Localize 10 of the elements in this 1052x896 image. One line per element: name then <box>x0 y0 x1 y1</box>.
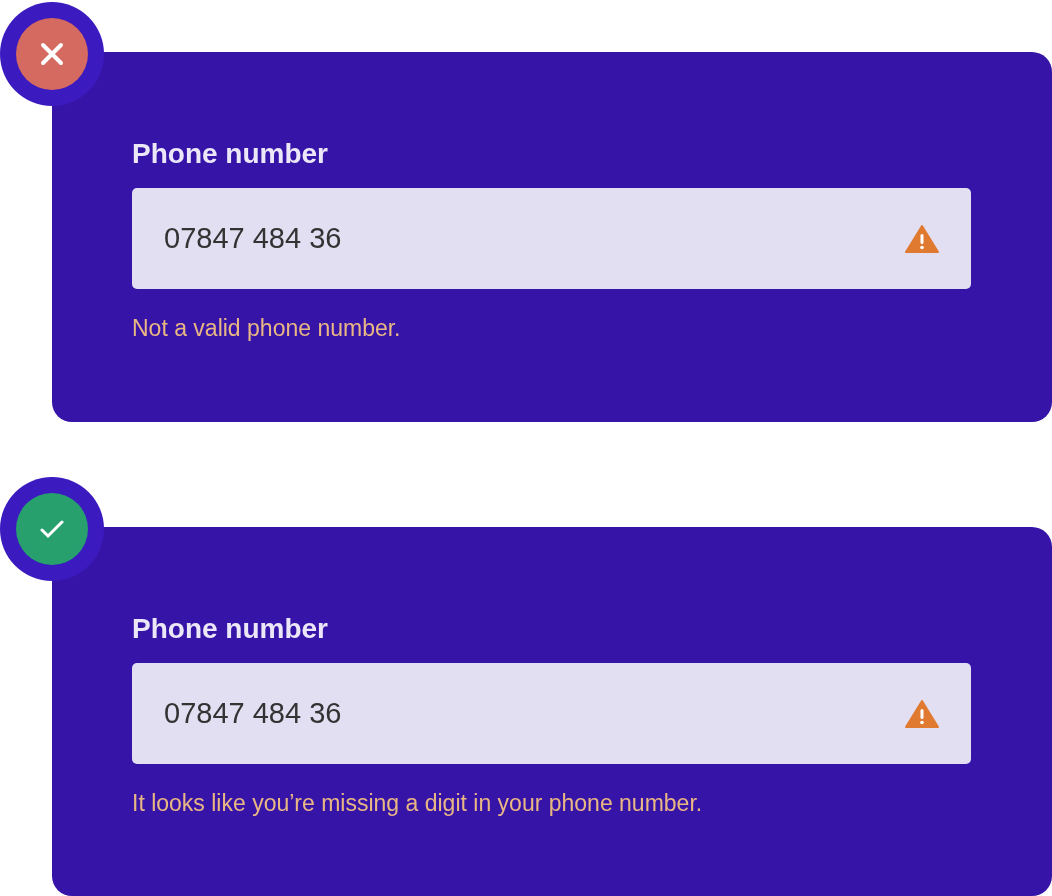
field-label: Phone number <box>132 137 329 171</box>
check-icon <box>40 518 64 539</box>
warning-icon <box>905 699 939 728</box>
warning-icon <box>905 225 939 253</box>
phone-input[interactable]: 07847 484 36 <box>132 662 971 764</box>
close-icon <box>40 42 64 66</box>
error-message: It looks like you’re missing a digit in your phone number. <box>132 788 704 818</box>
phone-input[interactable]: 07847 484 36 <box>132 188 971 289</box>
field-label: Phone number <box>132 611 329 646</box>
error-message: Not a valid phone number. <box>132 314 402 343</box>
